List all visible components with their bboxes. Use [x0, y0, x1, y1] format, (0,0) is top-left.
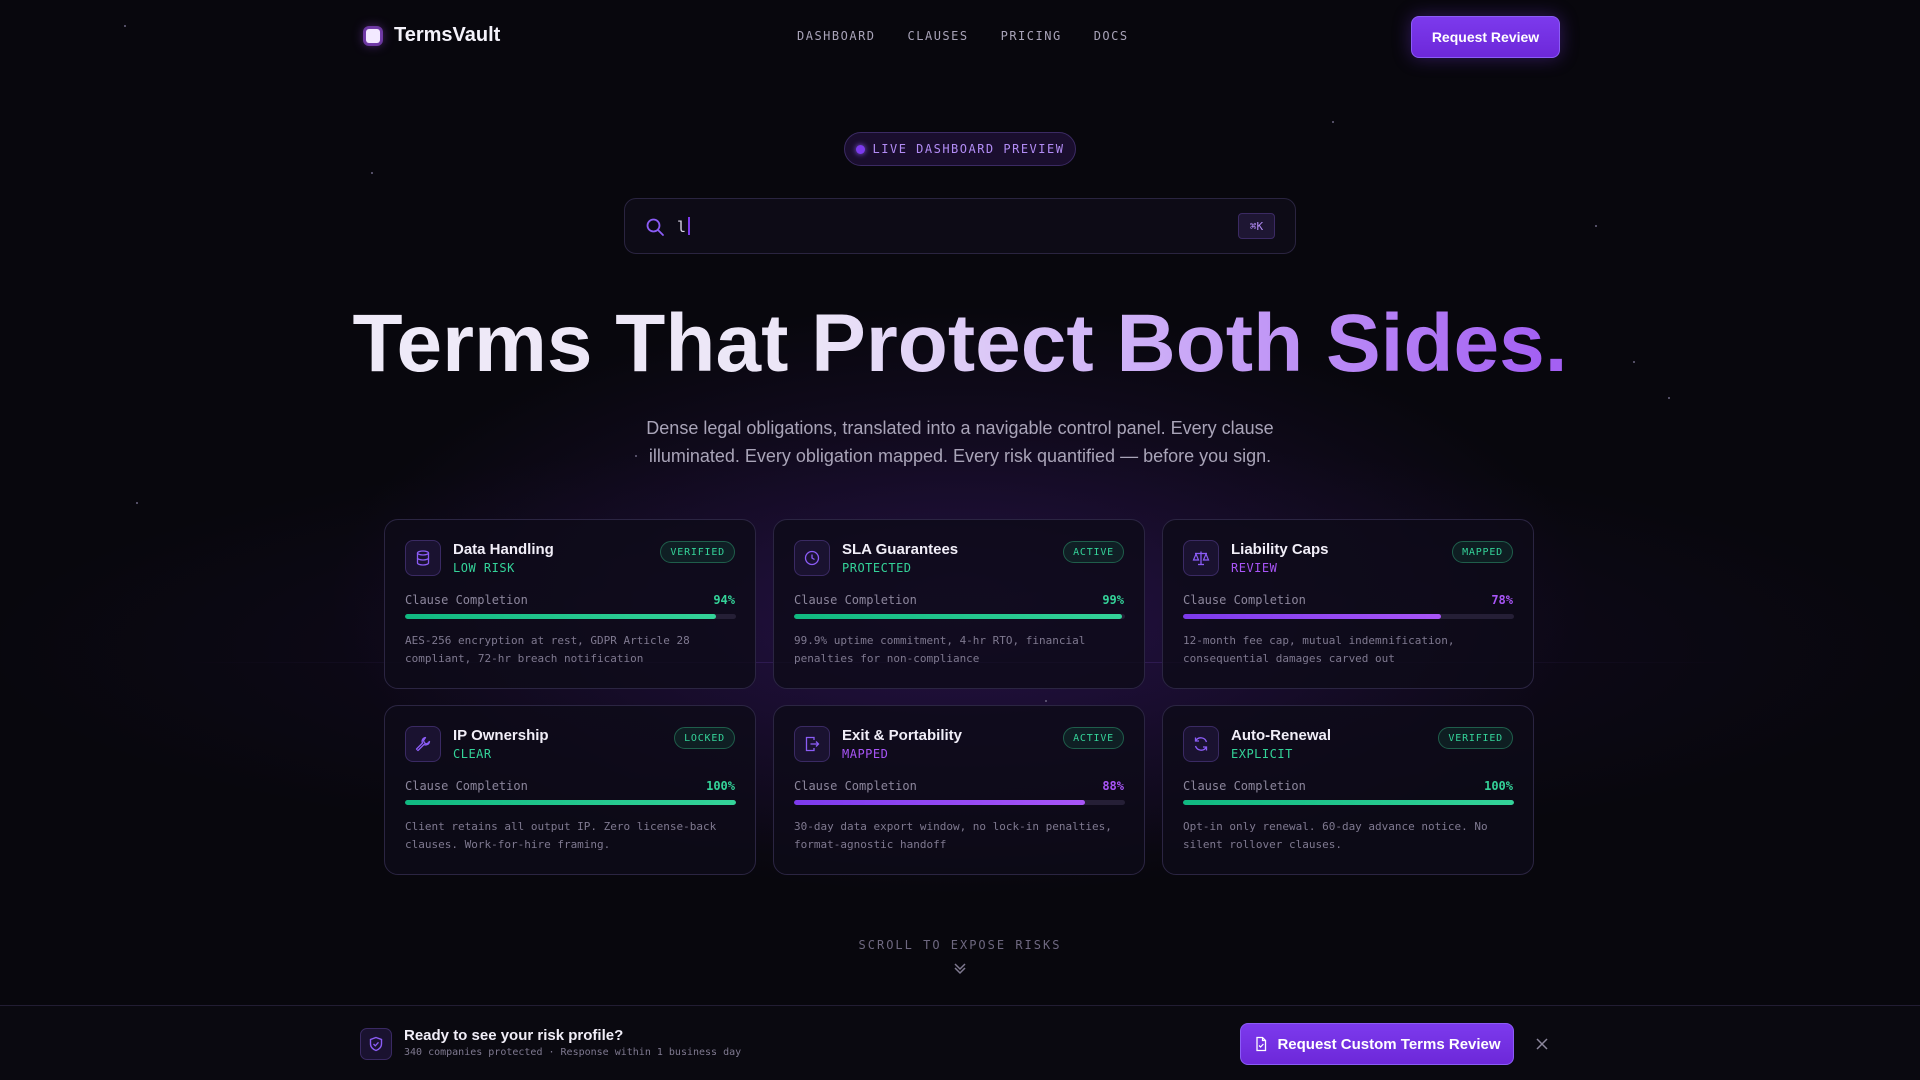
card-status: LOW RISK: [453, 561, 515, 575]
card-title: SLA Guarantees: [842, 541, 959, 558]
progress-fill: [1183, 614, 1442, 619]
star: [1595, 225, 1597, 227]
card-description: 12-month fee cap, mutual indemnification…: [1183, 634, 1455, 665]
status-badge: VERIFIED: [660, 541, 735, 563]
bottom-bar-title: Ready to see your risk profile?: [404, 1027, 624, 1044]
card-description: 99.9% uptime commitment, 4-hr RTO, finan…: [794, 634, 1086, 665]
logo-icon: [366, 28, 380, 43]
completion-percent: 94%: [713, 593, 735, 607]
completion-percent: 100%: [1484, 779, 1513, 793]
live-preview-label: LIVE DASHBOARD PREVIEW: [872, 142, 1065, 156]
card-status: CLEAR: [453, 747, 492, 761]
wrench-icon: [405, 726, 441, 762]
nav-links: DASHBOARD CLAUSES PRICING DOCS: [797, 29, 1129, 43]
live-preview-badge: LIVE DASHBOARD PREVIEW: [844, 132, 1076, 166]
progress-fill: [405, 614, 717, 619]
completion-label: Clause Completion: [1183, 593, 1306, 607]
nav-link-pricing[interactable]: PRICING: [1001, 29, 1062, 43]
star: [136, 502, 138, 504]
scale-icon: [1183, 540, 1219, 576]
status-badge: VERIFIED: [1438, 727, 1513, 749]
card-status: PROTECTED: [842, 561, 912, 575]
progress-fill: [794, 614, 1122, 619]
star: [1332, 121, 1334, 123]
card-description: Client retains all output IP. Zero licen…: [405, 820, 717, 851]
scroll-hint: SCROLL TO EXPOSE RISKS: [858, 938, 1062, 952]
search-bar[interactable]: ⌘K: [624, 198, 1296, 254]
export-icon: [794, 726, 830, 762]
completion-percent: 100%: [706, 779, 735, 793]
request-custom-review-label: Request Custom Terms Review: [1277, 1035, 1501, 1053]
clause-card[interactable]: IP Ownership CLEAR LOCKED Clause Completion…: [384, 705, 756, 875]
document-icon: [1256, 1036, 1267, 1052]
progress-fill: [405, 800, 736, 805]
completion-label: Clause Completion: [405, 779, 528, 793]
clause-card[interactable]: Exit & Portability MAPPED ACTIVE Clause Com…: [773, 705, 1145, 875]
text-caret: [688, 217, 690, 235]
card-description: AES-256 encryption at rest, GDPR Article…: [405, 634, 690, 665]
card-status: MAPPED: [842, 747, 889, 761]
completion-percent: 88%: [1102, 779, 1124, 793]
progress-track: [1183, 800, 1514, 805]
shield-icon: [360, 1028, 392, 1060]
card-title: Exit & Portability: [842, 727, 963, 744]
shortcut-hint: ⌘K: [1238, 213, 1275, 239]
card-status: EXPLICIT: [1231, 747, 1293, 761]
hero-title: Terms That Protect Both Sides.: [0, 296, 1920, 392]
progress-track: [405, 614, 736, 619]
progress-track: [1183, 614, 1514, 619]
brand[interactable]: TermsVault: [366, 24, 500, 47]
clause-card[interactable]: Data Handling LOW RISK VERIFIED Clause Comp…: [384, 519, 756, 689]
nav-link-docs[interactable]: DOCS: [1094, 29, 1129, 43]
star: [124, 25, 126, 27]
status-badge: MAPPED: [1452, 541, 1513, 563]
status-badge: ACTIVE: [1063, 727, 1124, 749]
clock-icon: [794, 540, 830, 576]
card-title: Liability Caps: [1231, 541, 1329, 558]
clause-card[interactable]: SLA Guarantees PROTECTED ACTIVE Clause Comp…: [773, 519, 1145, 689]
completion-label: Clause Completion: [405, 593, 528, 607]
clause-card[interactable]: Liability Caps REVIEW MAPPED Clause Complet…: [1162, 519, 1534, 689]
completion-label: Clause Completion: [794, 593, 917, 607]
progress-track: [794, 800, 1125, 805]
star: [635, 455, 637, 457]
search-icon: [646, 218, 664, 236]
card-description: Opt-in only renewal. 60-day advance noti…: [1183, 820, 1488, 851]
status-badge: ACTIVE: [1063, 541, 1124, 563]
clause-card[interactable]: Auto-Renewal EXPLICIT VERIFIED Clause Compl…: [1162, 705, 1534, 875]
top-nav: TermsVault DASHBOARD CLAUSES PRICING DOC…: [360, 16, 1560, 58]
progress-fill: [1183, 800, 1514, 805]
star: [1045, 700, 1047, 702]
close-icon[interactable]: [1534, 1036, 1550, 1052]
bottom-bar-subtitle: 340 companies protected · Response withi…: [404, 1047, 742, 1058]
refresh-icon: [1183, 726, 1219, 762]
progress-track: [794, 614, 1125, 619]
card-title: Auto-Renewal: [1231, 727, 1332, 744]
progress-fill: [794, 800, 1086, 805]
nav-link-clauses[interactable]: CLAUSES: [908, 29, 969, 43]
star: [1668, 397, 1670, 399]
live-dot-icon: [855, 144, 865, 154]
card-title: IP Ownership: [453, 727, 549, 744]
database-icon: [405, 540, 441, 576]
card-status: REVIEW: [1231, 561, 1278, 575]
status-badge: LOCKED: [674, 727, 735, 749]
completion-percent: 99%: [1102, 593, 1124, 607]
chevron-double-down-icon[interactable]: [952, 960, 968, 976]
cta-bottom-bar: Ready to see your risk profile? 340 comp…: [0, 1005, 1920, 1080]
star: [371, 172, 373, 174]
card-title: Data Handling: [453, 541, 554, 558]
hero-subtitle: Dense legal obligations, translated into…: [646, 418, 1274, 466]
search-input[interactable]: [677, 213, 1217, 241]
progress-track: [405, 800, 736, 805]
brand-name: TermsVault: [394, 24, 501, 46]
completion-label: Clause Completion: [1183, 779, 1306, 793]
nav-link-dashboard[interactable]: DASHBOARD: [797, 29, 876, 43]
request-custom-review-button[interactable]: Request Custom Terms Review: [1240, 1023, 1514, 1065]
completion-percent: 78%: [1491, 593, 1513, 607]
completion-label: Clause Completion: [794, 779, 917, 793]
card-description: 30-day data export window, no lock-in pe…: [794, 820, 1112, 851]
request-review-button[interactable]: Request Review: [1411, 16, 1560, 58]
